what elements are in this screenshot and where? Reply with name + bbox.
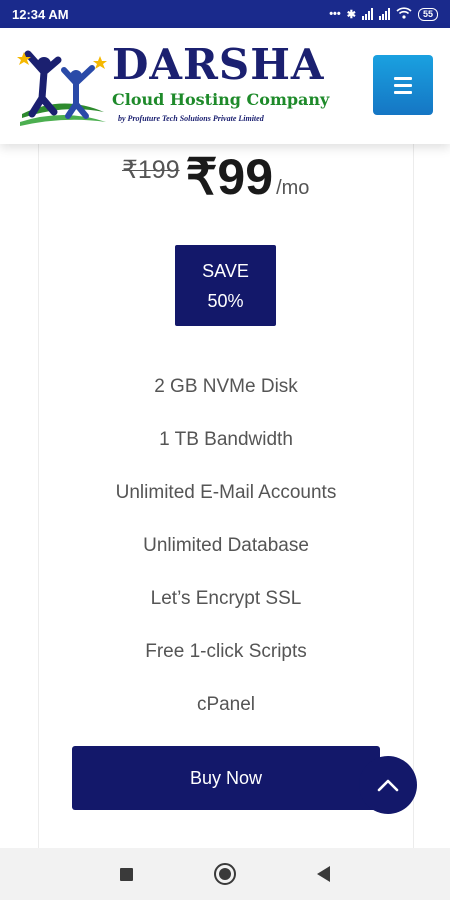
current-price: ₹99 xyxy=(185,149,274,205)
brand-subline: by Profuture Tech Solutions Private Limi… xyxy=(118,114,264,123)
bluetooth-icon: ✱ xyxy=(346,8,356,21)
status-bar: 12:34 AM ••• ✱ 55 xyxy=(0,0,450,28)
menu-button[interactable] xyxy=(373,55,433,115)
dots-icon: ••• xyxy=(329,8,341,20)
battery-icon: 55 xyxy=(417,7,438,21)
feature-item: Unlimited Database xyxy=(143,535,309,556)
status-time: 12:34 AM xyxy=(12,6,69,22)
price-period: /mo xyxy=(276,177,310,199)
brand-name: DARSHA xyxy=(112,40,325,89)
save-badge: SAVE 50% xyxy=(175,245,276,326)
wifi-icon xyxy=(396,6,412,22)
signal-icon xyxy=(361,8,373,20)
brand-tagline: Cloud Hosting Company xyxy=(112,90,330,109)
home-icon[interactable] xyxy=(213,863,236,885)
chevron-up-icon xyxy=(377,779,399,792)
old-price: ₹199 xyxy=(122,156,180,184)
scroll-to-top-button[interactable] xyxy=(359,756,417,814)
hamburger-icon xyxy=(394,76,412,80)
feature-item: 2 GB NVMe Disk xyxy=(154,376,298,397)
feature-item: 1 TB Bandwidth xyxy=(159,429,293,450)
buy-now-button[interactable]: Buy Now xyxy=(72,746,380,810)
logo-figures-icon xyxy=(17,50,107,126)
price-row: ₹199 ₹99 /mo xyxy=(122,148,309,206)
recent-apps-icon[interactable] xyxy=(120,867,134,881)
site-header: DARSHA Cloud Hosting Company by Profutur… xyxy=(0,28,450,144)
feature-item: Free 1-click Scripts xyxy=(145,641,307,662)
feature-list: 2 GB NVMe Disk 1 TB Bandwidth Unlimited … xyxy=(38,360,414,731)
save-percent: 50% xyxy=(207,290,244,311)
feature-item: Unlimited E-Mail Accounts xyxy=(115,482,337,503)
signal-icon xyxy=(378,8,390,20)
logo[interactable] xyxy=(14,42,110,134)
back-icon[interactable] xyxy=(316,866,330,882)
save-label: SAVE xyxy=(202,260,249,281)
system-nav-bar xyxy=(0,848,450,900)
feature-item: Let’s Encrypt SSL xyxy=(150,588,302,609)
status-icons: ••• ✱ 55 xyxy=(329,6,438,22)
feature-item: cPanel xyxy=(196,694,256,715)
